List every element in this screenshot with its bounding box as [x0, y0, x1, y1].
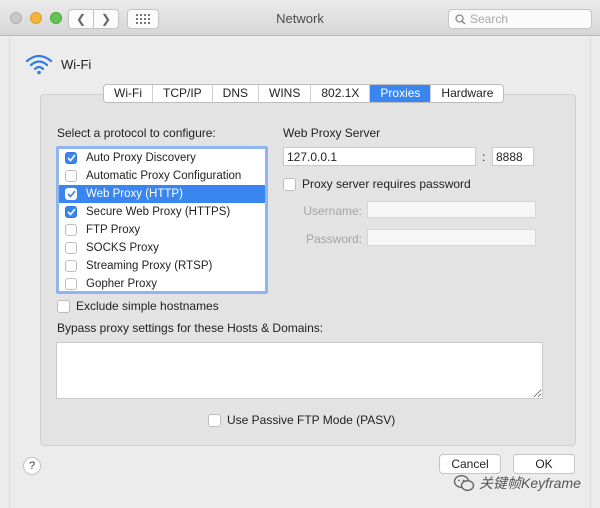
wifi-icon: [25, 54, 53, 75]
tab-tcpip[interactable]: TCP/IP: [152, 85, 213, 102]
protocol-checkbox[interactable]: [65, 152, 77, 164]
proxy-host-field[interactable]: [283, 147, 476, 166]
requires-password-checkbox[interactable]: [283, 177, 296, 191]
protocol-checkbox[interactable]: [65, 260, 77, 272]
protocol-item-web-proxy[interactable]: Web Proxy (HTTP): [59, 185, 265, 203]
watermark-text: 关键帧Keyframe: [479, 475, 581, 491]
host-port-separator: :: [482, 150, 486, 164]
search-icon: [455, 13, 466, 24]
protocol-item-auto-discovery[interactable]: Auto Proxy Discovery: [59, 149, 265, 167]
protocol-item-gopher-proxy[interactable]: Gopher Proxy: [59, 275, 265, 291]
requires-password-label: Proxy server requires password: [302, 177, 471, 191]
interface-header: Wi-Fi: [25, 53, 91, 75]
protocol-label: Web Proxy (HTTP): [86, 188, 183, 200]
protocol-label: Automatic Proxy Configuration: [86, 170, 242, 182]
protocol-label: Gopher Proxy: [86, 278, 157, 290]
bypass-hosts-field[interactable]: [56, 342, 543, 399]
network-pane: Wi-Fi Wi-Fi TCP/IP DNS WINS 802.1X Proxi…: [9, 37, 591, 508]
requires-password-toggle[interactable]: Proxy server requires password: [283, 177, 471, 191]
proxy-port-field[interactable]: [492, 147, 534, 166]
username-label: Username:: [303, 204, 362, 218]
passive-ftp-toggle[interactable]: Use Passive FTP Mode (PASV): [208, 413, 395, 427]
protocol-item-streaming-proxy[interactable]: Streaming Proxy (RTSP): [59, 257, 265, 275]
exclude-simple-hostnames-checkbox[interactable]: [57, 299, 70, 313]
bypass-label: Bypass proxy settings for these Hosts & …: [57, 321, 324, 335]
help-button[interactable]: ?: [23, 457, 41, 475]
cancel-button[interactable]: Cancel: [439, 454, 501, 474]
checkmark-icon: [66, 208, 76, 216]
tab-wins[interactable]: WINS: [259, 85, 312, 102]
tab-proxies[interactable]: Proxies: [370, 85, 432, 102]
protocol-checkbox[interactable]: [65, 242, 77, 254]
protocol-checkbox[interactable]: [65, 224, 77, 236]
protocol-label: FTP Proxy: [86, 224, 141, 236]
protocol-checkbox[interactable]: [65, 188, 77, 200]
protocol-item-secure-web-proxy[interactable]: Secure Web Proxy (HTTPS): [59, 203, 265, 221]
exclude-simple-hostnames-toggle[interactable]: Exclude simple hostnames: [57, 299, 219, 313]
protocol-label: Auto Proxy Discovery: [86, 152, 196, 164]
passive-ftp-checkbox[interactable]: [208, 413, 221, 427]
ok-button[interactable]: OK: [513, 454, 575, 474]
protocol-checkbox[interactable]: [65, 170, 77, 182]
wechat-icon: [453, 474, 475, 492]
search-box[interactable]: [448, 9, 592, 29]
protocol-list-heading: Select a protocol to configure:: [57, 126, 216, 140]
checkmark-icon: [66, 190, 76, 198]
passive-ftp-label: Use Passive FTP Mode (PASV): [227, 413, 396, 427]
protocol-item-auto-config[interactable]: Automatic Proxy Configuration: [59, 167, 265, 185]
tab-dns[interactable]: DNS: [212, 85, 259, 102]
protocol-label: SOCKS Proxy: [86, 242, 159, 254]
password-field[interactable]: [367, 229, 536, 246]
protocol-checkbox[interactable]: [65, 206, 77, 218]
username-field[interactable]: [367, 201, 536, 218]
exclude-simple-hostnames-label: Exclude simple hostnames: [76, 299, 219, 313]
protocol-item-ftp-proxy[interactable]: FTP Proxy: [59, 221, 265, 239]
tab-hardware[interactable]: Hardware: [431, 85, 504, 102]
protocol-label: Secure Web Proxy (HTTPS): [86, 206, 231, 218]
protocol-list[interactable]: Auto Proxy Discovery Automatic Proxy Con…: [56, 146, 268, 294]
proxy-server-heading: Web Proxy Server: [283, 126, 381, 140]
password-label: Password:: [305, 232, 362, 246]
title-bar: ❮ ❯ Network: [0, 0, 600, 36]
checkmark-icon: [66, 154, 76, 162]
watermark: 关键帧Keyframe: [453, 473, 581, 493]
search-input[interactable]: [470, 12, 580, 26]
protocol-checkbox[interactable]: [65, 278, 77, 290]
protocol-label: Streaming Proxy (RTSP): [86, 260, 213, 272]
tab-bar: Wi-Fi TCP/IP DNS WINS 802.1X Proxies Har…: [103, 84, 505, 103]
tab-8021x[interactable]: 802.1X: [311, 85, 371, 102]
tab-wifi[interactable]: Wi-Fi: [104, 85, 153, 102]
protocol-item-socks-proxy[interactable]: SOCKS Proxy: [59, 239, 265, 257]
interface-name: Wi-Fi: [61, 56, 92, 72]
